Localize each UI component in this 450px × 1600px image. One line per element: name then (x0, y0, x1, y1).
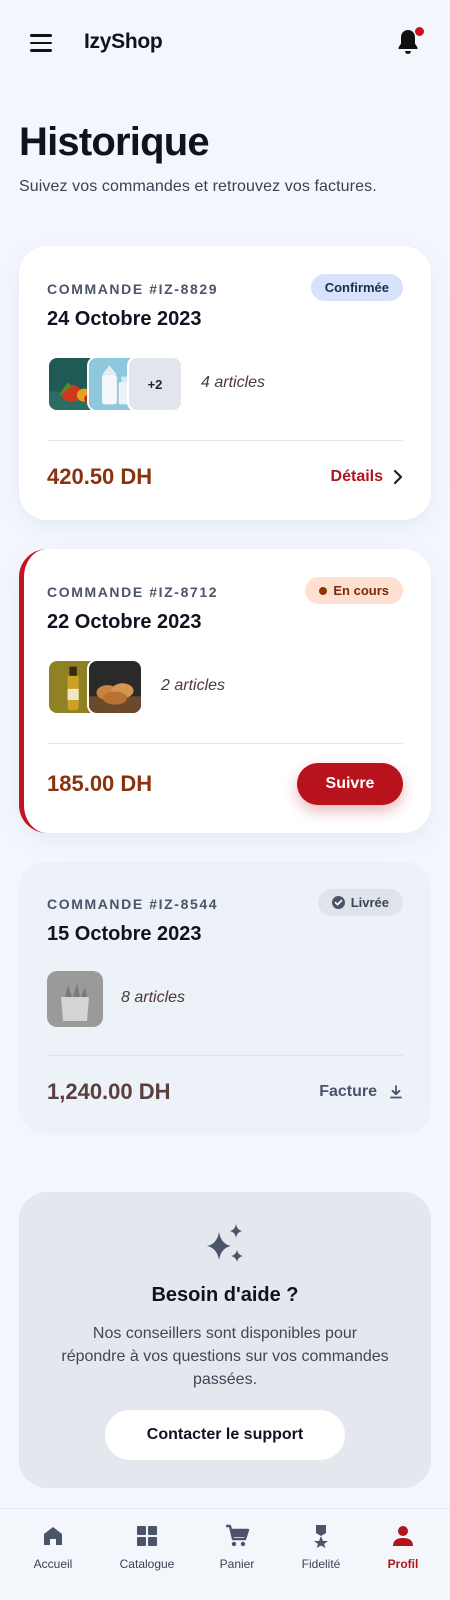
app-brand: IzyShop (84, 30, 163, 53)
order-date: 24 Octobre 2023 (47, 308, 202, 330)
order-number: COMMANDE #IZ-8544 (47, 896, 219, 912)
bread-thumbnail (87, 659, 143, 715)
cart-icon (226, 1524, 250, 1547)
order-number: COMMANDE #IZ-8712 (47, 584, 219, 600)
details-label: Détails (330, 468, 383, 485)
medal-icon (314, 1525, 328, 1548)
order-card[interactable]: COMMANDE #IZ-8712 En cours 22 Octobre 20… (19, 549, 431, 833)
track-button[interactable]: Suivre (297, 763, 403, 805)
nav-item-catalogue[interactable]: Catalogue (102, 1523, 192, 1571)
nav-label: Catalogue (119, 1557, 175, 1571)
order-card[interactable]: COMMANDE #IZ-8544 Livrée 15 Octobre 2023… (19, 861, 431, 1135)
divider (47, 743, 403, 744)
status-badge: Livrée (317, 889, 403, 916)
status-label: Confirmée (324, 280, 389, 295)
status-label: En cours (333, 583, 389, 598)
order-total: 1,240.00 DH (47, 1079, 171, 1104)
sparkle-icon (207, 1224, 243, 1262)
bottom-navigation: Accueil Catalogue Panier Fidelité Profil (0, 1508, 450, 1600)
more-items-thumbnail: +2 (127, 356, 183, 412)
download-icon (390, 1085, 402, 1099)
help-card: Besoin d'aide ? Nos conseillers sont dis… (19, 1192, 431, 1488)
help-title: Besoin d'aide ? (151, 1284, 299, 1306)
status-dot (319, 586, 328, 595)
order-total: 185.00 DH (47, 771, 153, 796)
nav-label: Profil (387, 1557, 419, 1571)
help-text: Nos conseillers sont disponibles pour ré… (61, 1325, 389, 1388)
home-icon (44, 1527, 62, 1545)
status-label: Livrée (350, 895, 389, 910)
grocery-bag-thumbnail (47, 971, 103, 1027)
nav-item-panier[interactable]: Panier (192, 1523, 282, 1571)
nav-item-accueil[interactable]: Accueil (8, 1523, 98, 1571)
items-count: 8 articles (121, 989, 186, 1006)
divider (47, 440, 403, 441)
order-number: COMMANDE #IZ-8829 (47, 281, 219, 297)
nav-label: Accueil (33, 1557, 73, 1571)
items-count: 2 articles (161, 677, 226, 694)
chevron-right-icon (393, 469, 403, 485)
items-count: 4 articles (201, 374, 266, 391)
status-badge: En cours (305, 577, 403, 604)
notification-dot (415, 27, 424, 36)
top-app-bar: IzyShop (0, 0, 450, 86)
contact-support-button[interactable]: Contacter le support (105, 1410, 345, 1460)
invoice-label: Facture (319, 1083, 377, 1100)
nav-item-profil[interactable]: Profil (358, 1523, 448, 1571)
nav-item-fidelite[interactable]: Fidelité (276, 1523, 366, 1571)
page-title: Historique (19, 120, 210, 164)
order-date: 22 Octobre 2023 (47, 611, 202, 633)
order-card[interactable]: COMMANDE #IZ-8829 Confirmée 24 Octobre 2… (19, 246, 431, 520)
page-subtitle: Suivez vos commandes et retrouvez vos fa… (19, 178, 377, 195)
person-icon (393, 1526, 413, 1546)
more-items-count: +2 (147, 376, 163, 392)
invoice-link[interactable]: Facture (319, 1083, 403, 1101)
status-badge: Confirmée (310, 274, 403, 301)
divider (47, 1055, 403, 1056)
nav-label: Panier (219, 1557, 255, 1571)
details-link[interactable]: Détails (331, 468, 403, 486)
nav-label: Fidelité (301, 1557, 341, 1571)
grid-icon (137, 1526, 157, 1546)
order-total: 420.50 DH (47, 464, 153, 489)
menu-icon[interactable] (30, 34, 52, 52)
order-date: 15 Octobre 2023 (47, 923, 202, 945)
check-circle-icon (331, 896, 345, 909)
